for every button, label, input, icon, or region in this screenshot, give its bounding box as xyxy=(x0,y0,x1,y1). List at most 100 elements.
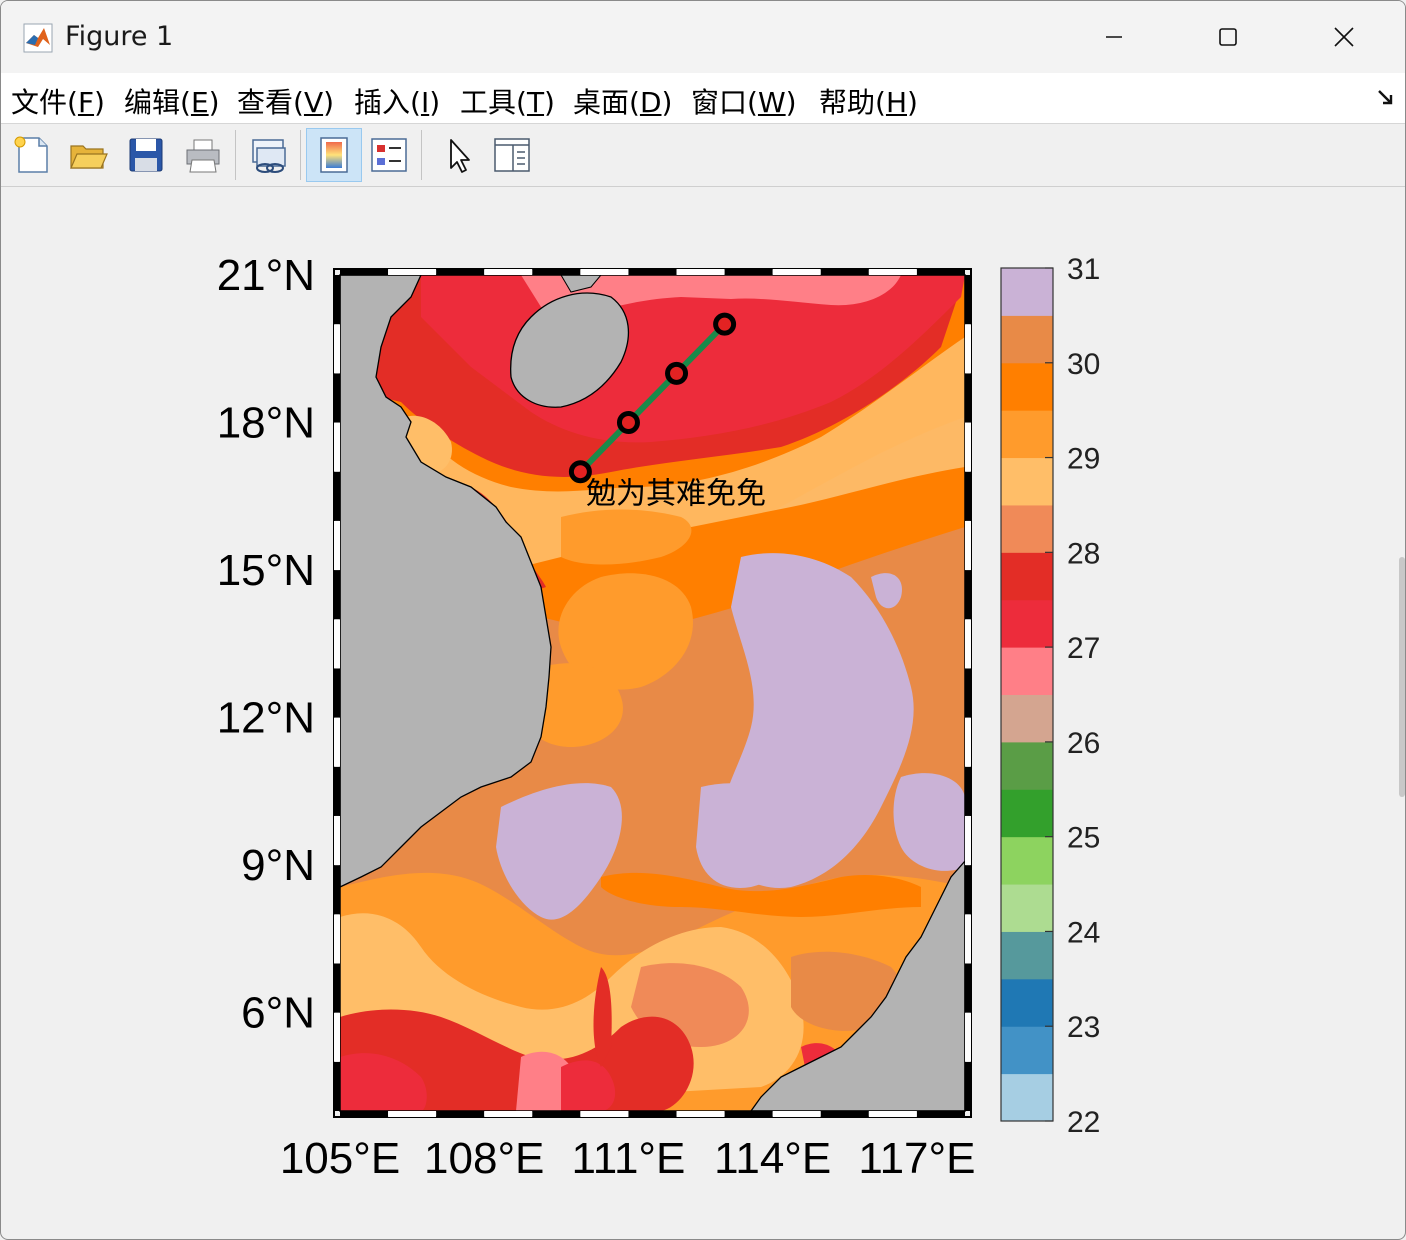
frame-stripe-right xyxy=(965,1012,971,1062)
colorbar[interactable]: 22 23 24 25 26 27 28 29 30 31 xyxy=(1000,253,1100,1139)
sst-map-plot[interactable]: 勉为其难免免 105°E 108°E 111°E 114°E 117°E 6°N 9°N 12… xyxy=(1,187,1405,1239)
save-button[interactable] xyxy=(121,128,171,182)
frame-stripe-top xyxy=(916,269,965,275)
maximize-icon xyxy=(1219,28,1237,46)
colorbar-segment xyxy=(1001,599,1053,648)
frame-stripe-right xyxy=(965,914,971,964)
frame-stripe-top xyxy=(676,269,725,275)
window-resize-edge[interactable] xyxy=(1399,557,1405,797)
y-tick-label: 6°N xyxy=(241,989,315,1038)
frame-stripe-right xyxy=(965,570,971,620)
colorbar-segment xyxy=(1001,504,1053,553)
link-plot-button[interactable] xyxy=(243,128,293,182)
property-inspector-button[interactable] xyxy=(487,128,537,182)
window-title: Figure 1 xyxy=(65,21,174,52)
toolbar-separator xyxy=(421,130,422,180)
minimize-button[interactable] xyxy=(1059,1,1169,73)
colorbar-segment xyxy=(1001,836,1053,885)
frame-stripe-left xyxy=(334,373,340,423)
frame-stripe-left xyxy=(334,619,340,669)
colorbar-segment xyxy=(1001,315,1053,364)
frame-stripe-bottom xyxy=(724,1111,773,1117)
open-file-icon xyxy=(70,145,108,169)
frame-stripe-left xyxy=(334,1061,340,1111)
frame-stripe-top xyxy=(484,269,533,275)
colorbar-segment xyxy=(1001,268,1053,316)
colorbar-tick-label: 30 xyxy=(1067,348,1100,381)
frame-stripe-bottom xyxy=(532,1111,581,1117)
frame-stripe-right xyxy=(965,668,971,718)
menu-insert[interactable]: 插入(I) xyxy=(354,81,440,121)
frame-stripe-right xyxy=(965,471,971,521)
frame-stripe-left xyxy=(334,471,340,521)
frame-stripe-right xyxy=(965,815,971,866)
frame-stripe-left xyxy=(334,766,340,816)
print-button[interactable] xyxy=(178,128,228,182)
dock-arrow-icon[interactable] xyxy=(1375,87,1397,109)
frame-stripe-right xyxy=(965,865,971,915)
colorbar-tick-label: 26 xyxy=(1067,727,1100,760)
y-tick-label: 12°N xyxy=(217,694,315,743)
frame-stripe-right xyxy=(965,1061,971,1111)
frame-stripe-bottom xyxy=(820,1111,869,1117)
x-tick-label: 111°E xyxy=(572,1134,686,1183)
close-icon xyxy=(1334,27,1354,47)
frame-stripe-right xyxy=(965,619,971,669)
y-tick-label: 21°N xyxy=(217,251,315,300)
frame-stripe-top xyxy=(388,269,437,275)
frame-stripe-right xyxy=(965,373,971,423)
colorbar-segment xyxy=(1001,694,1053,743)
frame-stripe-left xyxy=(334,1012,340,1062)
menu-desktop[interactable]: 桌面(D) xyxy=(573,81,672,121)
legend-icon xyxy=(371,138,407,172)
colorbar-button[interactable] xyxy=(306,128,362,182)
frame-stripe-right xyxy=(965,422,971,472)
menu-help[interactable]: 帮助(H) xyxy=(819,81,918,121)
frame-stripe-bottom xyxy=(388,1111,437,1117)
frame-stripe-top xyxy=(532,269,581,275)
toolbar-separator xyxy=(235,130,236,180)
frame-stripe-right xyxy=(965,717,971,767)
toolbar-separator xyxy=(300,130,301,180)
colorbar-tick-label: 29 xyxy=(1067,443,1100,476)
menu-file[interactable]: 文件(F) xyxy=(11,81,105,121)
x-tick-label: 114°E xyxy=(714,1134,831,1183)
frame-stripe-right xyxy=(965,324,971,374)
menu-view[interactable]: 查看(V) xyxy=(237,81,334,121)
print-icon xyxy=(186,139,220,173)
frame-stripe-top xyxy=(724,269,773,275)
colorbar-segment xyxy=(1001,1026,1053,1075)
colorbar-segment xyxy=(1001,552,1053,601)
close-button[interactable] xyxy=(1289,1,1399,73)
frame-stripe-bottom xyxy=(580,1111,629,1117)
new-figure-button[interactable] xyxy=(7,128,57,182)
colorbar-segment xyxy=(1001,789,1053,838)
frame-stripe-top xyxy=(628,269,677,275)
colorbar-segment xyxy=(1001,647,1053,695)
frame-stripe-left xyxy=(334,668,340,718)
edit-plot-button[interactable] xyxy=(433,128,483,182)
open-file-button[interactable] xyxy=(63,128,113,182)
minimize-icon xyxy=(1106,36,1122,38)
maximize-button[interactable] xyxy=(1173,1,1283,73)
menu-tools[interactable]: 工具(T) xyxy=(460,81,555,121)
frame-stripe-right xyxy=(965,766,971,816)
colorbar-tick-label: 27 xyxy=(1067,632,1100,665)
menu-edit[interactable]: 编辑(E) xyxy=(124,81,220,121)
figure-canvas[interactable]: 勉为其难免免 105°E 108°E 111°E 114°E 117°E 6°N 9°N 12… xyxy=(1,187,1405,1239)
x-tick-label: 108°E xyxy=(424,1134,544,1183)
colorbar-tick-label: 25 xyxy=(1067,822,1100,855)
colorbar-tick-label: 22 xyxy=(1067,1106,1100,1139)
legend-button[interactable] xyxy=(364,128,414,182)
frame-stripe-left xyxy=(334,865,340,915)
colorbar-tick-label: 31 xyxy=(1067,253,1100,286)
frame-stripe-bottom xyxy=(868,1111,917,1117)
title-bar[interactable]: Figure 1 xyxy=(1,1,1405,73)
frame-stripe-top xyxy=(340,269,389,275)
colorbar-segment xyxy=(1001,1073,1053,1122)
colorbar-segment xyxy=(1001,410,1053,459)
menu-window[interactable]: 窗口(W) xyxy=(691,81,797,121)
track-annotation: 勉为其难免免 xyxy=(586,476,766,511)
x-tick-label: 105°E xyxy=(280,1134,400,1183)
colorbar-tick-label: 23 xyxy=(1067,1011,1100,1044)
